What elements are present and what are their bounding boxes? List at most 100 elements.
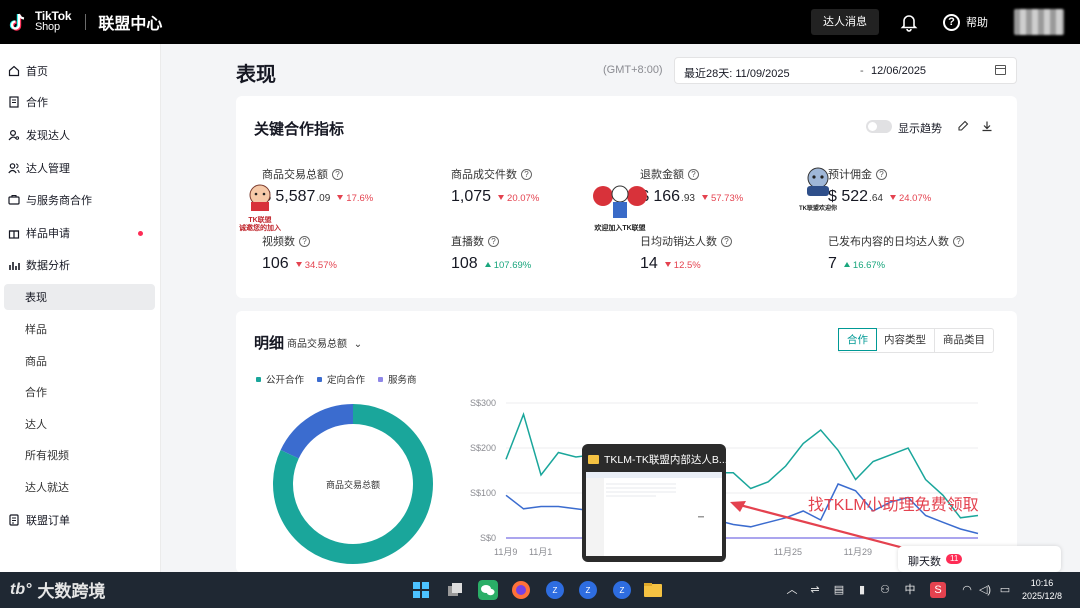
task-view-icon[interactable] (445, 580, 465, 600)
info-icon[interactable]: ? (721, 235, 732, 247)
help-button[interactable]: ? 帮助 (943, 13, 988, 31)
metric-change: 57.73% (701, 193, 743, 204)
metric-value: 108 (451, 255, 478, 272)
tab-content-type[interactable]: 内容类型 (876, 329, 935, 352)
metric-refund-amount[interactable]: 退款金额? $ 166.93 57.73% (640, 166, 743, 206)
dimension-tabs: 合作 内容类型 商品类目 (838, 328, 994, 353)
clock-date: 2025/12/8 (1022, 591, 1063, 601)
metric-estimated-commission[interactable]: 预计佣金? $ 522.64 24.07% (828, 166, 931, 206)
info-icon[interactable]: ? (953, 235, 964, 247)
app-browser-2-icon[interactable]: Z (578, 580, 598, 600)
page-title: 表现 (236, 64, 276, 86)
sidebar-subitem-products[interactable]: 商品 (0, 348, 161, 374)
legend-item[interactable]: 定向合作 (317, 372, 365, 386)
sidebar: 首页 合作 发现达人 达人管理 与服务商合作 样品申请 数据分析 表现 样品 商… (0, 44, 161, 572)
info-icon[interactable]: ? (299, 235, 310, 247)
window-preview-popup[interactable]: TKLM-TK联盟内部达人B... (582, 444, 728, 562)
detail-title: 明细 (254, 335, 285, 352)
chat-widget[interactable]: 聊天数 11 (898, 546, 1061, 572)
sidebar-subitem-creators[interactable]: 达人 (0, 411, 161, 437)
show-trend-toggle[interactable] (866, 120, 892, 133)
metric-items-sold[interactable]: 商品成交件数? 1,075 20.07% (451, 166, 539, 206)
sidebar-item-label: 样品申请 (26, 228, 70, 240)
order-icon (9, 514, 19, 526)
chat-count-badge: 11 (946, 554, 963, 564)
tiktok-shop-logo[interactable]: TikTok Shop (8, 10, 72, 33)
chevron-up-icon[interactable]: ︿ (786, 582, 798, 598)
sidebar-item-data-analytics[interactable]: 数据分析 (0, 252, 161, 278)
battery-icon[interactable]: ▭ (998, 582, 1012, 598)
legend-item[interactable]: 公开合作 (256, 372, 304, 386)
info-icon[interactable]: ? (876, 168, 887, 180)
sidebar-subitem-creator-reach[interactable]: 达人就达 (0, 474, 161, 500)
metric-value: 106 (262, 255, 289, 272)
tab-product-category[interactable]: 商品类目 (935, 329, 993, 352)
legend-swatch (317, 376, 323, 382)
bell-icon[interactable] (899, 12, 919, 32)
tab-collaboration[interactable]: 合作 (838, 328, 877, 351)
wechat-icon[interactable] (478, 580, 498, 600)
sidebar-item-sample-requests[interactable]: 样品申请 (0, 220, 161, 246)
download-icon[interactable] (981, 120, 993, 132)
donut-center-label: 商品交易总额 (326, 479, 380, 490)
ime-indicator[interactable]: 中 (902, 582, 918, 598)
metric-change: 24.07% (889, 193, 931, 204)
metric-video-count[interactable]: 视频数? 106 34.57% (262, 233, 337, 273)
settings-sliders-icon[interactable]: ⇌ (808, 582, 822, 598)
y-tick-label: S$300 (470, 398, 496, 408)
cartoon-bird-icon (807, 167, 829, 196)
sidebar-item-partner-with-service-provider[interactable]: 与服务商合作 (0, 187, 161, 213)
people-tray-icon[interactable]: ⚇ (878, 582, 892, 598)
app-title: 联盟中心 (98, 16, 163, 33)
user-avatar[interactable] (1014, 9, 1064, 35)
document-icon (9, 96, 19, 108)
key-metrics-title: 关键合作指标 (254, 121, 345, 138)
clock-time: 10:16 (1030, 578, 1054, 588)
donut-chart: 商品交易总额 (273, 404, 433, 564)
sidebar-subitem-samples[interactable]: 样品 (0, 316, 161, 342)
metric-live-count[interactable]: 直播数? 108 107.69% (451, 233, 531, 273)
person-search-icon (8, 129, 20, 141)
chevron-down-icon: ⌄ (353, 339, 363, 350)
sidebar-subitem-all-videos[interactable]: 所有视频 (0, 442, 161, 468)
sidebar-subitem-collaboration[interactable]: 合作 (0, 379, 161, 405)
windows-start-icon[interactable] (411, 580, 431, 600)
info-icon[interactable]: ? (332, 168, 343, 180)
creator-messages-button[interactable]: 达人消息 (811, 9, 879, 35)
app-browser-icon[interactable]: Z (545, 580, 565, 600)
metric-daily-active-creators[interactable]: 日均动销达人数? 14 12.5% (640, 233, 732, 273)
promo-text: 找TKLM小助理免费领取 (808, 497, 979, 514)
wifi-icon[interactable]: ◠ (960, 582, 974, 598)
edit-icon[interactable] (957, 120, 969, 132)
usb-icon[interactable]: ▮ (856, 582, 868, 598)
metric-selector[interactable]: 商品交易总额 ⌄ (287, 335, 362, 350)
info-icon[interactable]: ? (521, 168, 532, 180)
file-explorer-icon[interactable] (643, 580, 663, 600)
date-range-picker[interactable]: 最近28天: 11/09/2025 - 12/06/2025 (674, 57, 1017, 84)
firefox-icon[interactable] (511, 580, 531, 600)
metric-change: 107.69% (484, 260, 531, 271)
volume-icon[interactable]: ◁) (978, 582, 992, 598)
metric-daily-publishing-creators[interactable]: 已发布内容的日均达人数? 7 16.67% (828, 233, 964, 273)
sidebar-subitem-performance[interactable]: 表现 (4, 284, 155, 310)
metric-value: 14 (640, 255, 658, 272)
info-icon[interactable]: ? (688, 168, 699, 180)
sidebar-item-home[interactable]: 首页 (0, 58, 161, 84)
app-browser-3-icon[interactable]: Z (612, 580, 632, 600)
app-tray-icon[interactable]: S (930, 582, 946, 598)
system-clock[interactable]: 10:16 2025/12/8 (1022, 577, 1062, 603)
donut-slice[interactable] (280, 404, 354, 459)
sidebar-item-creator-management[interactable]: 达人管理 (0, 155, 161, 181)
legend-item[interactable]: 服务商 (378, 372, 417, 386)
x-tick-label: 11月1 (529, 547, 552, 557)
media-icon[interactable]: ▤ (832, 582, 846, 598)
sidebar-item-collaboration[interactable]: 合作 (0, 89, 161, 115)
help-label: 帮助 (966, 17, 988, 29)
preview-thumbnail[interactable] (586, 472, 722, 556)
sidebar-item-affiliate-orders[interactable]: 联盟订单 (0, 507, 161, 533)
watermark-logo-icon: tb° (10, 580, 32, 598)
info-icon[interactable]: ? (488, 235, 499, 247)
sidebar-item-discover-creators[interactable]: 发现达人 (0, 122, 161, 148)
metric-change: 16.67% (843, 260, 885, 271)
metric-change: 20.07% (498, 193, 539, 204)
